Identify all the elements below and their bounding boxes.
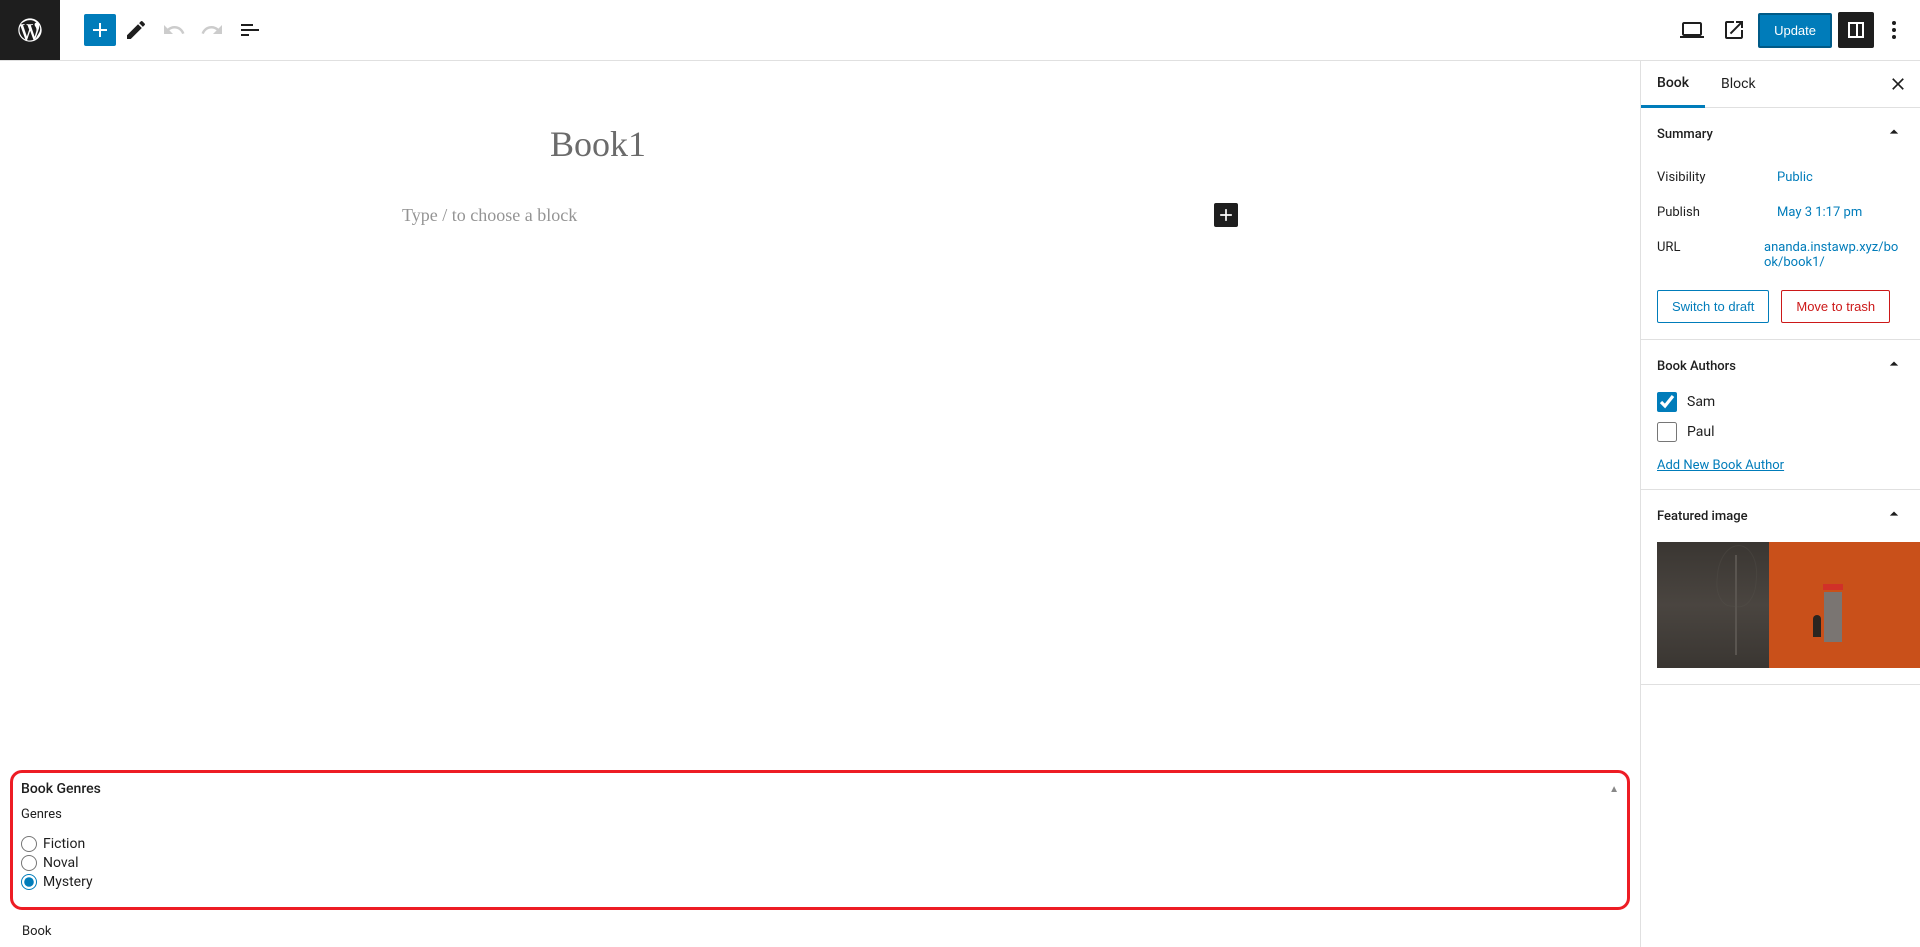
- publish-label: Publish: [1657, 205, 1777, 220]
- options-button[interactable]: [1880, 12, 1908, 48]
- chevron-up-icon[interactable]: ▲: [1609, 784, 1619, 795]
- genre-radio-mystery[interactable]: [21, 874, 37, 890]
- add-block-button[interactable]: [84, 14, 116, 46]
- genre-option[interactable]: Mystery: [21, 874, 1619, 890]
- authors-panel-body: Sam Paul Add New Book Author: [1641, 392, 1920, 489]
- update-button[interactable]: Update: [1758, 13, 1832, 48]
- external-link-icon: [1722, 18, 1746, 42]
- visibility-value[interactable]: Public: [1777, 170, 1813, 185]
- url-label: URL: [1657, 240, 1764, 270]
- genre-label: Mystery: [43, 874, 93, 890]
- genre-radio-noval[interactable]: [21, 855, 37, 871]
- settings-sidebar: Book Block Summary Visibility Public Pub…: [1640, 61, 1920, 947]
- laptop-icon: [1680, 18, 1704, 42]
- close-icon: [1888, 74, 1908, 94]
- image-decoration: [1824, 592, 1842, 642]
- featured-image-thumbnail[interactable]: [1657, 542, 1920, 668]
- post-title[interactable]: Book1: [550, 123, 1240, 165]
- chevron-up-icon: [1884, 504, 1904, 528]
- genre-radio-fiction[interactable]: [21, 836, 37, 852]
- url-value[interactable]: ananda.instawp.xyz/book/book1/: [1764, 240, 1904, 270]
- add-author-link[interactable]: Add New Book Author: [1657, 458, 1784, 473]
- wordpress-icon: [16, 16, 44, 44]
- image-decoration: [1769, 542, 1920, 668]
- summary-panel-body: Visibility Public Publish May 3 1:17 pm …: [1641, 160, 1920, 339]
- author-label: Sam: [1687, 394, 1715, 410]
- redo-icon: [200, 18, 224, 42]
- image-decoration: [1823, 584, 1843, 590]
- block-placeholder[interactable]: Type / to choose a block: [402, 205, 577, 226]
- view-post-button[interactable]: [1716, 12, 1752, 48]
- summary-panel-header[interactable]: Summary: [1641, 108, 1920, 160]
- book-genres-metabox: Book Genres ▲ Genres Fiction Noval Myste…: [10, 770, 1630, 910]
- wp-logo[interactable]: [0, 0, 60, 60]
- switch-to-draft-button[interactable]: Switch to draft: [1657, 290, 1769, 323]
- meta-boxes: Book Genres ▲ Genres Fiction Noval Myste…: [0, 760, 1640, 947]
- editor-content: Book1 Type / to choose a block: [250, 61, 1390, 227]
- panel-title: Book Authors: [1657, 359, 1736, 374]
- toolbar-buttons: [60, 12, 268, 48]
- chevron-up-icon: [1884, 122, 1904, 146]
- move-to-trash-button[interactable]: Move to trash: [1781, 290, 1890, 323]
- publish-value[interactable]: May 3 1:17 pm: [1777, 205, 1862, 220]
- genre-label: Fiction: [43, 836, 85, 852]
- breadcrumb[interactable]: Book: [0, 916, 1640, 947]
- author-checkbox-row[interactable]: Paul: [1657, 422, 1904, 442]
- genre-option[interactable]: Fiction: [21, 836, 1619, 852]
- sidebar-icon: [1844, 18, 1868, 42]
- preview-button[interactable]: [1674, 12, 1710, 48]
- more-vertical-icon: [1882, 18, 1906, 42]
- pencil-icon: [124, 18, 148, 42]
- close-sidebar-button[interactable]: [1886, 72, 1910, 96]
- redo-button[interactable]: [194, 12, 230, 48]
- undo-icon: [162, 18, 186, 42]
- visibility-row: Visibility Public: [1657, 160, 1904, 195]
- featured-panel-header[interactable]: Featured image: [1641, 490, 1920, 542]
- authors-panel-header[interactable]: Book Authors: [1641, 340, 1920, 392]
- publish-row: Publish May 3 1:17 pm: [1657, 195, 1904, 230]
- undo-button[interactable]: [156, 12, 192, 48]
- metabox-header[interactable]: Book Genres ▲: [21, 777, 1619, 807]
- panel-title: Featured image: [1657, 509, 1748, 524]
- author-checkbox-paul[interactable]: [1657, 422, 1677, 442]
- inline-add-block-button[interactable]: [1214, 203, 1238, 227]
- plus-icon: [88, 18, 112, 42]
- plus-icon: [1216, 205, 1236, 225]
- toolbar-left: [0, 0, 268, 60]
- genre-label: Noval: [43, 855, 79, 871]
- editor-area: Book1 Type / to choose a block Book Genr…: [0, 61, 1640, 947]
- authors-panel: Book Authors Sam Paul Add New Book Autho…: [1641, 340, 1920, 490]
- genre-option[interactable]: Noval: [21, 855, 1619, 871]
- tab-block[interactable]: Block: [1705, 61, 1772, 107]
- panel-title: Summary: [1657, 127, 1713, 142]
- visibility-label: Visibility: [1657, 170, 1777, 185]
- main-layout: Book1 Type / to choose a block Book Genr…: [0, 61, 1920, 947]
- summary-panel: Summary Visibility Public Publish May 3 …: [1641, 108, 1920, 340]
- summary-actions: Switch to draft Move to trash: [1657, 290, 1904, 323]
- list-icon: [238, 18, 262, 42]
- author-checkbox-sam[interactable]: [1657, 392, 1677, 412]
- tab-book[interactable]: Book: [1641, 62, 1705, 108]
- author-label: Paul: [1687, 424, 1715, 440]
- sidebar-tabs: Book Block: [1641, 61, 1920, 108]
- genres-label: Genres: [21, 807, 1619, 822]
- top-toolbar: Update: [0, 0, 1920, 61]
- block-placeholder-row: Type / to choose a block: [400, 203, 1240, 227]
- edit-tool-button[interactable]: [118, 12, 154, 48]
- list-view-button[interactable]: [232, 12, 268, 48]
- toolbar-right: Update: [1674, 12, 1920, 48]
- featured-image-panel: Featured image: [1641, 490, 1920, 685]
- image-decoration: [1813, 615, 1821, 637]
- url-row: URL ananda.instawp.xyz/book/book1/: [1657, 230, 1904, 280]
- metabox-title: Book Genres: [21, 781, 101, 797]
- image-decoration: [1735, 555, 1737, 656]
- chevron-up-icon: [1884, 354, 1904, 378]
- settings-panel-toggle[interactable]: [1838, 12, 1874, 48]
- author-checkbox-row[interactable]: Sam: [1657, 392, 1904, 412]
